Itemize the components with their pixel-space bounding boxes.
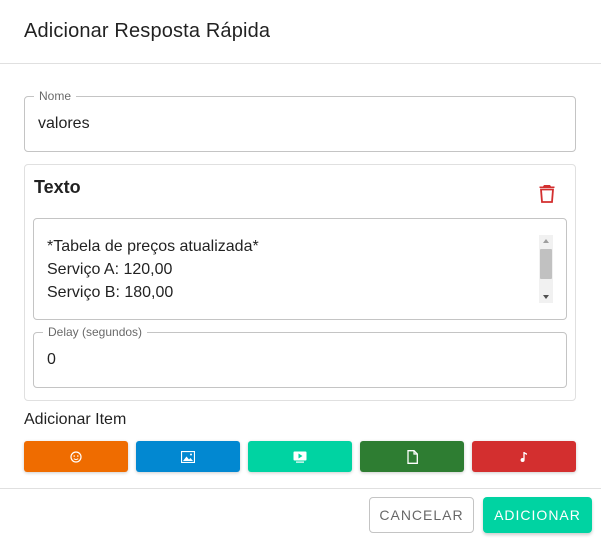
trash-icon (539, 184, 555, 203)
scroll-up-arrow-icon[interactable] (539, 235, 553, 247)
message-text[interactable]: *Tabela de preços atualizada* Serviço A:… (47, 235, 259, 304)
name-field[interactable]: Nome valores (24, 89, 576, 152)
emoji-icon (70, 450, 82, 463)
cancel-button[interactable]: CANCELAR (369, 497, 474, 533)
scroll-down-arrow-icon[interactable] (539, 291, 553, 303)
scrollbar-thumb[interactable] (540, 249, 552, 279)
footer-divider (0, 488, 601, 489)
add-button[interactable]: ADICIONAR (483, 497, 592, 533)
add-audio-button[interactable] (472, 441, 576, 472)
video-icon (293, 451, 307, 463)
delay-field-label: Delay (segundos) (43, 325, 148, 339)
delete-text-block-button[interactable] (533, 179, 561, 207)
music-icon (520, 451, 527, 462)
name-field-label: Nome (34, 89, 77, 103)
quick-reply-dialog: Adicionar Resposta Rápida Nome valores T… (0, 0, 601, 542)
delay-field-value[interactable]: 0 (47, 351, 56, 369)
dialog-title: Adicionar Resposta Rápida (24, 20, 271, 42)
message-textarea[interactable]: *Tabela de preços atualizada* Serviço A:… (33, 218, 567, 320)
add-image-button[interactable] (136, 441, 240, 472)
delay-field[interactable]: Delay (segundos) 0 (33, 325, 567, 388)
text-block-title: Texto (34, 177, 81, 197)
add-item-label: Adicionar Item (24, 411, 127, 428)
document-icon (406, 449, 418, 464)
header-divider (0, 63, 601, 64)
textarea-scrollbar[interactable] (539, 235, 553, 303)
add-emoji-button[interactable] (24, 441, 128, 472)
text-block-card: Texto *Tabela de preços atualizada* Serv… (24, 164, 576, 401)
add-document-button[interactable] (360, 441, 464, 472)
name-field-value[interactable]: valores (38, 115, 90, 133)
image-icon (181, 450, 195, 463)
add-video-button[interactable] (248, 441, 352, 472)
